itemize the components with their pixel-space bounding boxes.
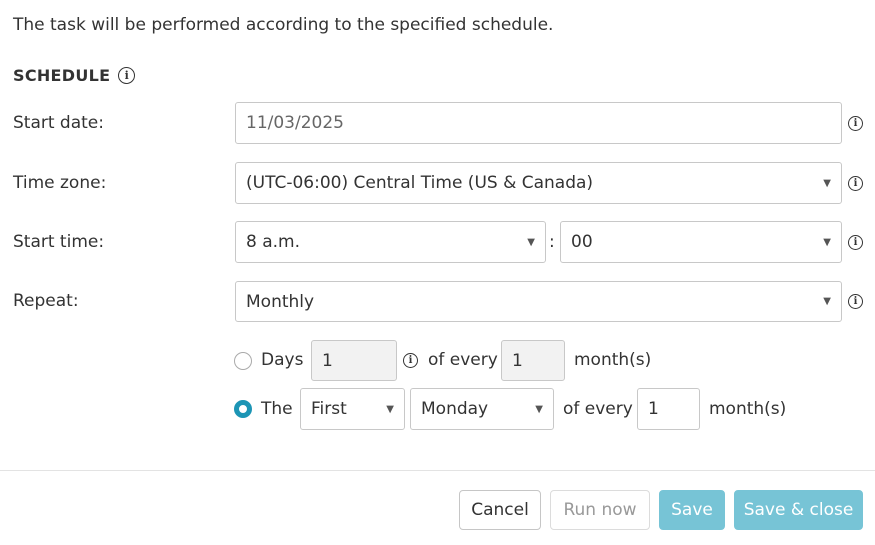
repeat-info-icon[interactable]: i	[848, 294, 863, 309]
schedule-section-title: SCHEDULE i	[13, 66, 136, 85]
days-option-label: Days	[261, 350, 304, 370]
start-hour-select[interactable]: 8 a.m. ▼	[235, 221, 546, 263]
days-month-interval-value: 1	[512, 350, 523, 371]
start-time-info-icon[interactable]: i	[848, 235, 863, 250]
save-and-close-button[interactable]: Save & close	[734, 490, 863, 530]
day-of-month-input[interactable]: 1	[311, 340, 397, 381]
start-hour-value: 8 a.m.	[246, 232, 301, 252]
days-months-label: month(s)	[574, 350, 652, 370]
chevron-down-icon: ▼	[823, 177, 831, 189]
cancel-button[interactable]: Cancel	[459, 490, 541, 530]
start-date-label: Start date:	[13, 113, 104, 133]
repeat-value: Monthly	[246, 291, 315, 312]
start-time-label: Start time:	[13, 232, 105, 252]
chevron-down-icon: ▼	[823, 296, 831, 307]
start-minute-value: 00	[571, 232, 593, 252]
run-now-button[interactable]: Run now	[550, 490, 650, 530]
day-of-month-value: 1	[322, 350, 333, 371]
chevron-down-icon: ▼	[527, 236, 535, 248]
time-zone-info-icon[interactable]: i	[848, 176, 863, 191]
the-radio[interactable]	[234, 400, 252, 418]
time-zone-value: (UTC-06:00) Central Time (US & Canada)	[246, 173, 594, 193]
section-title-text: SCHEDULE	[13, 66, 111, 85]
info-icon[interactable]: i	[118, 67, 136, 84]
day-of-month-info-icon[interactable]: i	[403, 353, 418, 368]
weekday-select[interactable]: Monday ▼	[410, 388, 554, 430]
start-date-input[interactable]: 11/03/2025	[235, 102, 842, 144]
chevron-down-icon: ▼	[535, 403, 543, 415]
footer-divider	[0, 470, 875, 471]
start-date-value: 11/03/2025	[246, 113, 344, 133]
repeat-select[interactable]: Monthly ▼	[235, 281, 842, 322]
days-of-every-label: of every	[428, 350, 498, 370]
time-zone-select[interactable]: (UTC-06:00) Central Time (US & Canada) ▼	[235, 162, 842, 204]
the-of-every-label: of every	[563, 399, 633, 419]
chevron-down-icon: ▼	[823, 236, 831, 248]
save-button[interactable]: Save	[659, 490, 725, 530]
start-minute-select[interactable]: 00 ▼	[560, 221, 842, 263]
ordinal-value: First	[311, 399, 347, 419]
the-month-interval-input[interactable]: 1	[637, 388, 700, 430]
the-option-label: The	[261, 399, 293, 419]
days-month-interval-input[interactable]: 1	[501, 340, 565, 381]
weekday-value: Monday	[421, 399, 489, 419]
ordinal-select[interactable]: First ▼	[300, 388, 405, 430]
time-separator: :	[549, 232, 555, 252]
days-radio[interactable]	[234, 352, 252, 370]
time-zone-label: Time zone:	[13, 173, 107, 193]
start-date-info-icon[interactable]: i	[848, 116, 863, 131]
the-months-label: month(s)	[709, 399, 787, 419]
the-month-interval-value: 1	[648, 399, 659, 419]
repeat-label: Repeat:	[13, 291, 79, 311]
intro-text: The task will be performed according to …	[13, 15, 554, 35]
chevron-down-icon: ▼	[386, 403, 394, 415]
